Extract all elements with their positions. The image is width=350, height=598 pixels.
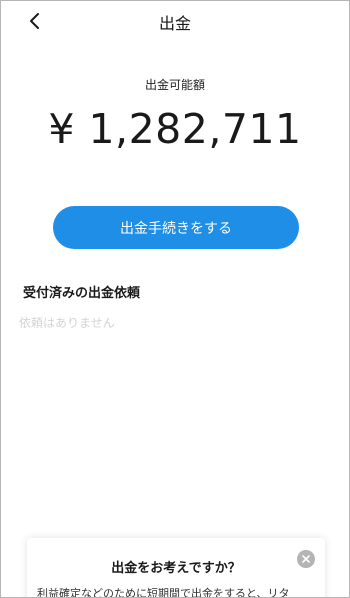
close-icon	[302, 555, 310, 563]
nav-bar: 出金	[1, 1, 349, 41]
page-title: 出金	[158, 14, 191, 33]
withdraw-button[interactable]: 出金手続きをする	[53, 206, 299, 249]
promo-body: 利益確定などのために短期間で出金をすると、リタ	[37, 587, 290, 598]
promo-close-button[interactable]	[297, 550, 315, 568]
promo-title: 出金をお考えですか？	[111, 561, 241, 576]
screen: 出金 出金可能額 ¥ 1,282,711 出金手続きをする 受付済みの出金依頼 …	[0, 0, 350, 598]
promo-card: 出金をお考えですか？ 利益確定などのために短期間で出金をすると、リタ	[27, 538, 325, 598]
accepted-requests-heading: 受付済みの出金依頼	[23, 286, 141, 301]
available-amount-value: ¥ 1,282,711	[48, 105, 302, 153]
empty-requests-text: 依頼はありません	[19, 316, 115, 330]
available-amount-label: 出金可能額	[144, 78, 205, 92]
